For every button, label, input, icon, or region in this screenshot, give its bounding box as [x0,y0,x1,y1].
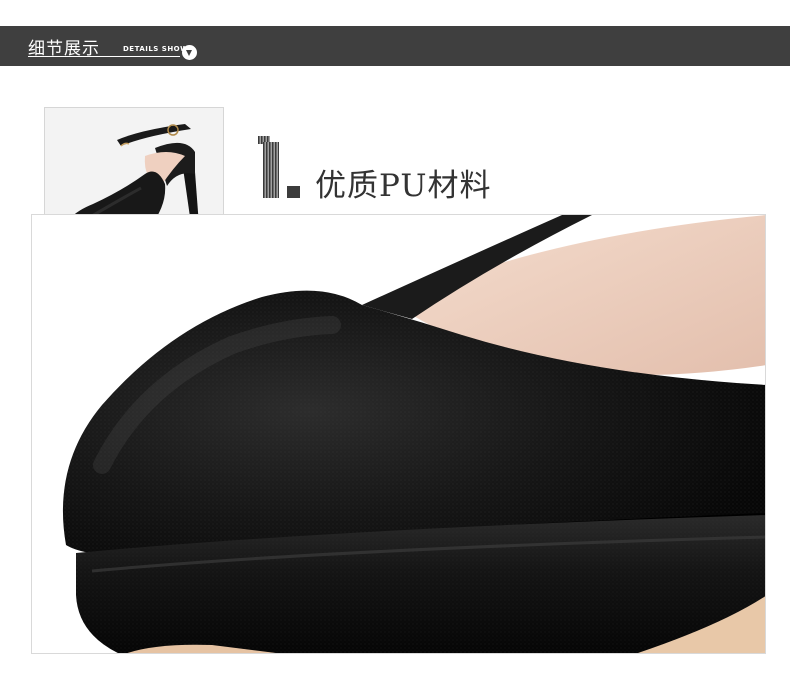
section-header-bar: 细节展示 DETAILS SHOW [0,26,790,66]
section-number [258,130,318,202]
section-heading: 优质PU材料 [315,168,492,204]
shoe-toe-closeup-image [32,215,765,653]
section-header-subtitle: DETAILS SHOW [123,45,189,53]
chevron-down-icon [182,45,197,60]
detail-photo-frame [31,214,766,654]
header-underline [28,56,180,57]
product-detail-page: 细节展示 DETAILS SHOW 优质PU材料 [0,0,790,699]
